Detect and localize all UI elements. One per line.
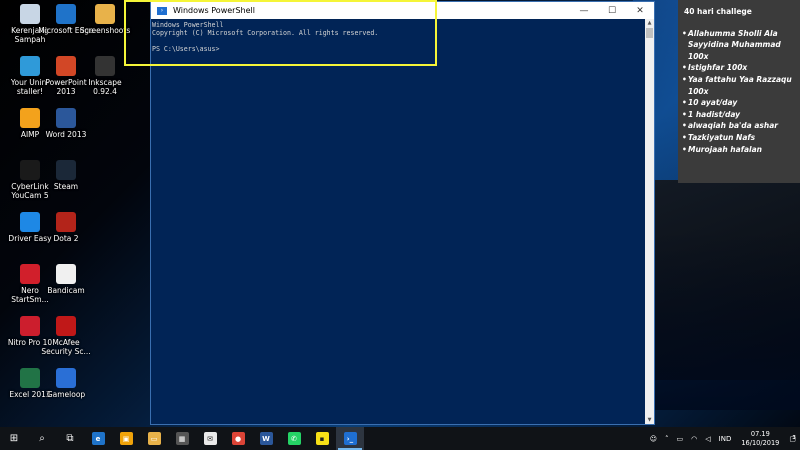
sticky-note[interactable]: 40 hari challege Allahumma Sholli Ala Sa… — [678, 0, 800, 183]
nitro-icon — [20, 316, 40, 336]
console-output[interactable]: Windows PowerShell Copyright (C) Microsof… — [151, 19, 645, 424]
powerpoint-icon — [56, 56, 76, 76]
word-taskbar-icon: W — [259, 432, 273, 445]
sticky-note-item: Allahumma Sholli Ala Sayyidina Muhammad … — [682, 28, 796, 63]
store-taskbar[interactable]: ▣ — [112, 427, 140, 450]
explorer-taskbar[interactable]: ▭ — [140, 427, 168, 450]
desktop-icon[interactable]: Dota 2 — [38, 212, 94, 243]
calculator-taskbar-icon: ▦ — [175, 432, 189, 445]
edge-taskbar-icon: e — [91, 432, 105, 445]
mail-taskbar[interactable]: ✉ — [196, 427, 224, 450]
desktop-icon-label: Word 2013 — [45, 130, 87, 139]
word-icon — [56, 108, 76, 128]
highlight-box — [124, 0, 437, 66]
minimize-button[interactable]: — — [570, 2, 598, 19]
sticky-note-item: 10 ayat/day — [682, 97, 796, 109]
taskbar: ⊞ ⌕ ⧉ e ▣ ▭ ▦ ✉ ● W ✆ ▪ ›_ ☺ ˄ ▭ ◠ ◁ IND 07.19 16/10… — [0, 427, 800, 450]
taskbar-apps: ⊞ ⌕ ⧉ e ▣ ▭ ▦ ✉ ● W ✆ ▪ ›_ — [0, 427, 364, 450]
clock-date: 16/10/2019 — [741, 438, 780, 447]
powershell-taskbar-icon: ›_ — [343, 432, 357, 445]
desktop-icon-label: Bandicam — [47, 286, 85, 295]
vertical-scrollbar[interactable]: ▲ ▼ — [645, 19, 654, 424]
chrome-taskbar-icon: ● — [231, 432, 245, 445]
uninstaller-icon — [20, 56, 40, 76]
nero-icon — [20, 264, 40, 284]
desktop-icon[interactable]: Bandicam — [38, 264, 94, 295]
sticky-note-item: Yaa fattahu Yaa Razzaqu 100x — [682, 74, 796, 97]
edge-icon — [56, 4, 76, 24]
gameloop-icon — [56, 368, 76, 388]
desktop-icon-label: Steam — [53, 182, 79, 191]
maximize-button[interactable]: ☐ — [598, 2, 626, 19]
bandicam-icon — [56, 264, 76, 284]
scrollbar-thumb[interactable] — [646, 28, 653, 38]
desktop-icon-label: Gameloop — [46, 390, 86, 399]
desktop-icon[interactable]: Steam — [38, 160, 94, 191]
scroll-down-icon[interactable]: ▼ — [645, 416, 654, 424]
edge-taskbar[interactable]: e — [84, 427, 112, 450]
mcafee-icon — [56, 316, 76, 336]
sticky-note-item: Tazkiyatun Nafs — [682, 132, 796, 144]
sticky-note-item: Istighfar 100x — [682, 62, 796, 74]
word-taskbar[interactable]: W — [252, 427, 280, 450]
chrome-taskbar[interactable]: ● — [224, 427, 252, 450]
desktop-icon-label: McAfee Security Sc... — [41, 338, 91, 356]
close-button[interactable]: ✕ — [626, 2, 654, 19]
inkscape-icon — [95, 56, 115, 76]
excel-icon — [20, 368, 40, 388]
sticky-notes-taskbar[interactable]: ▪ — [308, 427, 336, 450]
desktop-icon-label: Inkscape 0.92.4 — [88, 78, 122, 96]
start-button[interactable]: ⊞ — [0, 427, 28, 450]
sticky-note-list: Allahumma Sholli Ala Sayyidina Muhammad … — [678, 28, 800, 156]
system-tray: ☺ ˄ ▭ ◠ ◁ IND 07.19 16/10/2019 ▢ 3 — [646, 427, 800, 450]
whatsapp-taskbar[interactable]: ✆ — [280, 427, 308, 450]
battery-icon[interactable]: ▭ — [677, 435, 684, 443]
sticky-note-title: 40 hari challege — [684, 7, 752, 16]
desktop-icon[interactable]: Gameloop — [38, 368, 94, 399]
notification-count: 3 — [792, 434, 796, 441]
clock-time: 07.19 — [750, 429, 770, 438]
folder-icon — [95, 4, 115, 24]
sticky-notes-taskbar-icon: ▪ — [315, 432, 329, 445]
action-center-icon[interactable]: ▢ 3 — [789, 435, 796, 443]
store-taskbar-icon: ▣ — [119, 432, 133, 445]
calculator-taskbar[interactable]: ▦ — [168, 427, 196, 450]
people-icon[interactable]: ☺ — [650, 435, 657, 443]
sticky-note-item: Murojaah hafalan — [682, 144, 796, 156]
network-icon[interactable]: ◠ — [691, 435, 697, 443]
task-view-button[interactable]: ⧉ — [56, 427, 84, 450]
explorer-taskbar-icon: ▭ — [147, 432, 161, 445]
search-button[interactable]: ⌕ — [28, 427, 56, 450]
powershell-taskbar[interactable]: ›_ — [336, 427, 364, 450]
show-hidden-icons-icon[interactable]: ˄ — [665, 435, 669, 443]
dota-icon — [56, 212, 76, 232]
wallpaper-shape — [655, 180, 800, 380]
whatsapp-taskbar-icon: ✆ — [287, 432, 301, 445]
sticky-note-item: alwaqiah ba'da ashar — [682, 120, 796, 132]
language-indicator[interactable]: IND — [719, 435, 732, 443]
clock[interactable]: 07.19 16/10/2019 — [741, 430, 779, 448]
volume-icon[interactable]: ◁ — [705, 435, 710, 443]
desktop-icon[interactable]: McAfee Security Sc... — [38, 316, 94, 356]
desktop-icon-label: Dota 2 — [53, 234, 79, 243]
aimp-icon — [20, 108, 40, 128]
desktop-icon[interactable]: Word 2013 — [38, 108, 94, 139]
mail-taskbar-icon: ✉ — [203, 432, 217, 445]
youcam-icon — [20, 160, 40, 180]
steam-icon — [56, 160, 76, 180]
recycle-bin-icon — [20, 4, 40, 24]
driver-easy-icon — [20, 212, 40, 232]
scroll-up-icon[interactable]: ▲ — [645, 19, 654, 27]
sticky-note-item: 1 hadist/day — [682, 109, 796, 121]
